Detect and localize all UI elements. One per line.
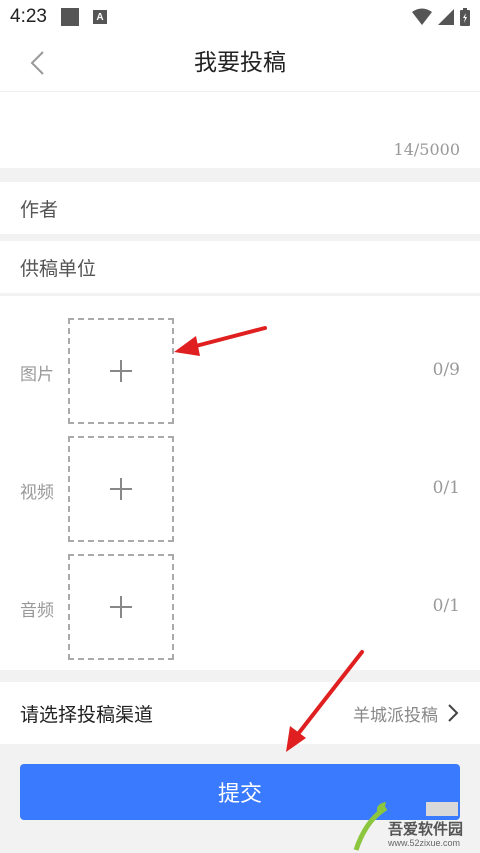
status-time: 4:23 <box>10 6 47 27</box>
media-section: 图片 0/9 视频 0/1 音频 0/1 <box>0 296 480 670</box>
char-count: 14/5000 <box>393 140 460 159</box>
watermark: 吾爱软件园 www.52zixue.com <box>352 800 478 852</box>
wifi-icon <box>412 8 432 25</box>
author-field[interactable]: 作者 <box>0 182 480 234</box>
video-label: 视频 <box>20 483 54 503</box>
page-title: 我要投稿 <box>194 50 286 76</box>
image-count: 0/9 <box>432 360 460 380</box>
channel-value: 羊城派投稿 <box>353 705 438 726</box>
add-audio-button[interactable] <box>68 554 174 660</box>
signal-icon <box>438 9 454 25</box>
content-textarea[interactable]: 14/5000 <box>0 92 480 168</box>
audio-count: 0/1 <box>432 596 460 616</box>
plus-icon <box>110 478 132 500</box>
status-icons <box>412 8 470 26</box>
video-count: 0/1 <box>432 478 460 498</box>
channel-select[interactable]: 请选择投稿渠道 羊城派投稿 <box>0 682 480 744</box>
channel-label: 请选择投稿渠道 <box>20 703 154 726</box>
image-label: 图片 <box>20 365 54 385</box>
unit-label: 供稿单位 <box>20 257 97 280</box>
video-row: 视频 0/1 <box>0 436 480 542</box>
unit-field[interactable]: 供稿单位 <box>0 241 480 293</box>
status-bar: 4:23 A <box>0 0 480 34</box>
watermark-url: www.52zixue.com <box>388 838 461 848</box>
audio-row: 音频 0/1 <box>0 554 480 660</box>
add-video-button[interactable] <box>68 436 174 542</box>
notification-square-icon <box>60 8 79 26</box>
plus-icon <box>110 596 132 618</box>
add-image-button[interactable] <box>68 318 174 424</box>
battery-icon <box>460 8 470 26</box>
audio-label: 音频 <box>20 601 54 621</box>
plus-icon <box>110 360 132 382</box>
watermark-text: 吾爱软件园 <box>388 820 464 838</box>
chevron-right-icon <box>448 704 459 722</box>
image-row: 图片 0/9 <box>0 318 480 424</box>
author-label: 作者 <box>20 198 59 221</box>
nav-bar: 我要投稿 <box>0 34 480 92</box>
notification-a-icon: A <box>92 10 107 24</box>
